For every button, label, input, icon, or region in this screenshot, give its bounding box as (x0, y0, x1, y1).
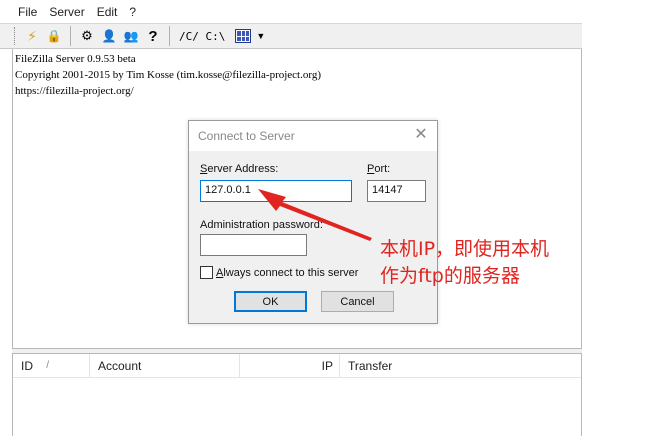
annotation-arrow (258, 189, 372, 241)
annotation-text: 本机IP，即使用本机 作为ftp的服务器 (380, 238, 550, 287)
